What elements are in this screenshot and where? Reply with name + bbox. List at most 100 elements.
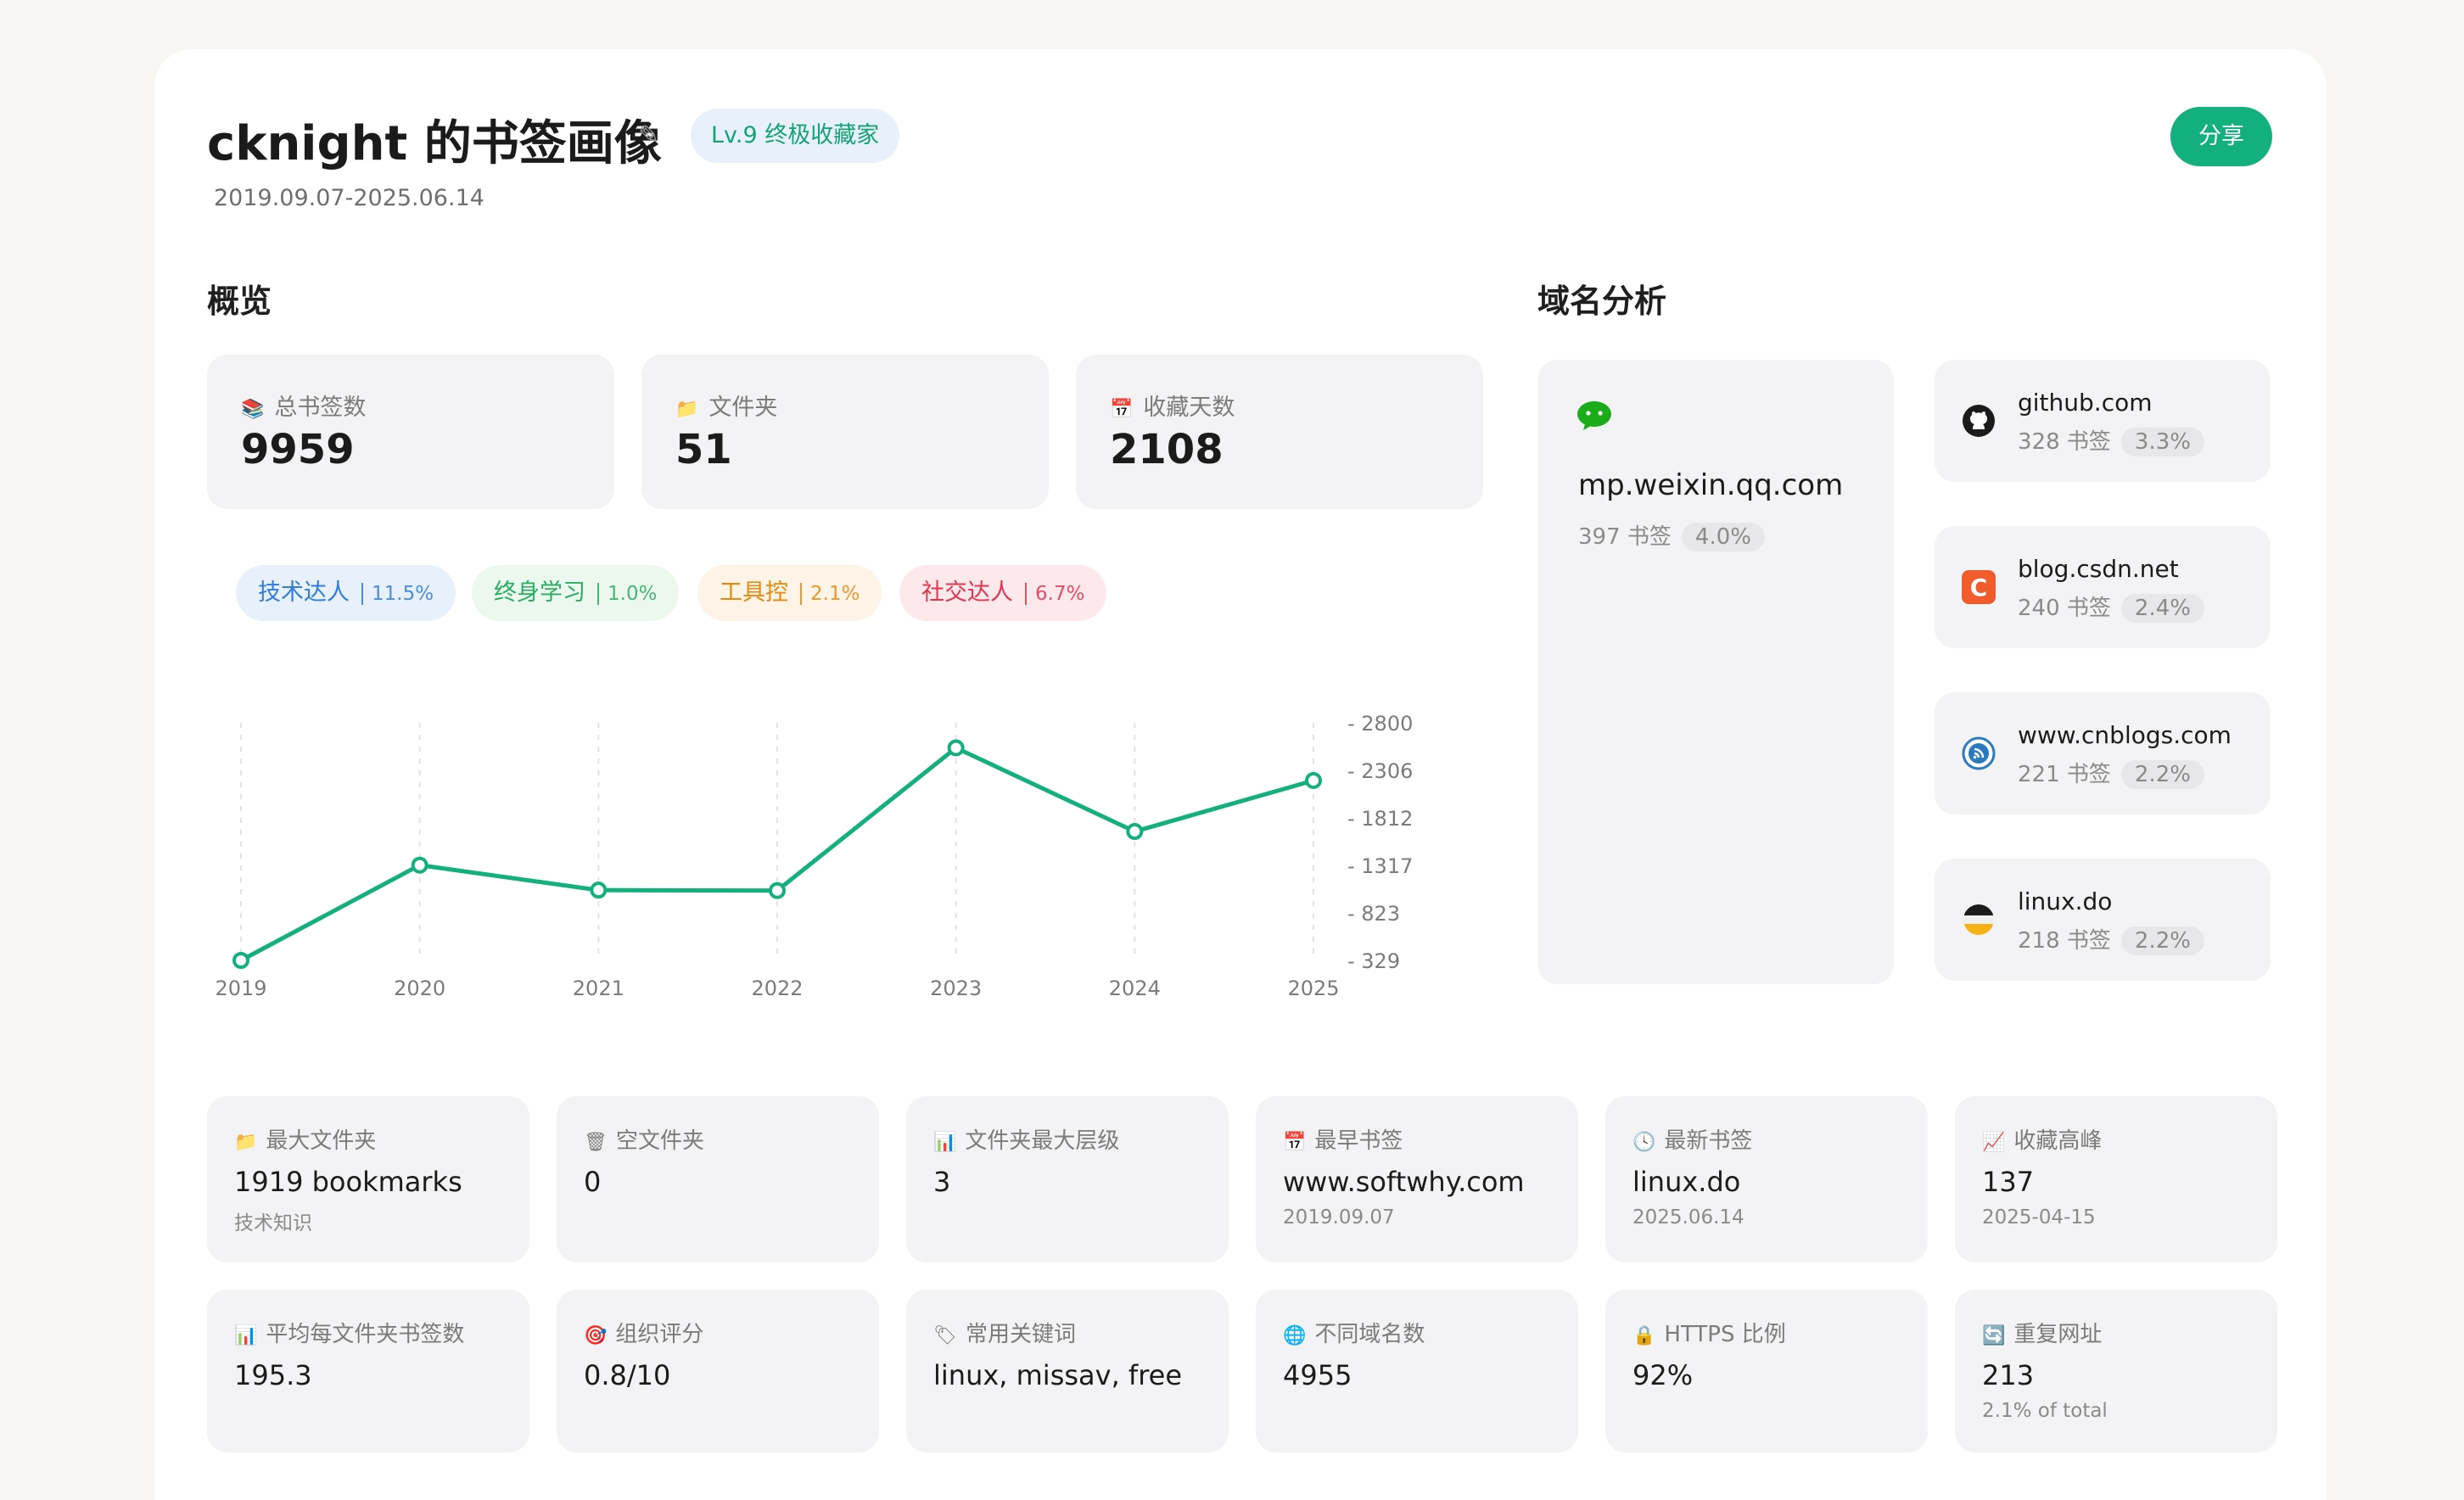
duplicate-urls-card: 🔄 重复网址 213 2.1% of total xyxy=(1955,1290,2277,1452)
tag-pct: 11.5% xyxy=(361,583,434,605)
detail-label: 不同域名数 xyxy=(1314,1322,1425,1347)
x-tick-label: 2021 xyxy=(573,977,624,1000)
detail-value: 195.3 xyxy=(234,1359,312,1391)
domain-count: 240 书签 xyxy=(2018,596,2111,621)
https-ratio-card: 🔒 HTTPS 比例 92% xyxy=(1605,1290,1928,1452)
edit-icon[interactable]: ✎ xyxy=(638,120,659,150)
peak-card: 📈 收藏高峰 137 2025-04-15 xyxy=(1955,1096,2277,1262)
domain-pct: 3.3% xyxy=(2120,428,2204,456)
bar-chart-icon: 📊 xyxy=(234,1325,258,1346)
books-icon: 📚 xyxy=(241,399,265,420)
calendar-icon: 📅 xyxy=(1283,1132,1307,1153)
detail-label: 最大文件夹 xyxy=(266,1128,377,1154)
domain-name: blog.csdn.net xyxy=(2018,555,2179,583)
share-button[interactable]: 分享 xyxy=(2170,107,2272,166)
detail-label: 最早书签 xyxy=(1314,1128,1403,1154)
domain-pct: 2.2% xyxy=(2120,926,2204,955)
data-point xyxy=(947,739,965,757)
stat-label: 收藏天数 xyxy=(1143,395,1235,421)
x-tick-label: 2020 xyxy=(394,977,445,1000)
x-tick-label: 2022 xyxy=(751,977,803,1000)
stat-label: 总书签数 xyxy=(274,395,367,421)
x-tick-label: 2025 xyxy=(1287,977,1339,1000)
detail-value: 137 xyxy=(1982,1166,2035,1198)
x-tick-label: 2024 xyxy=(1109,977,1161,1000)
domain-meta: 240 书签 2.4% xyxy=(2018,590,2204,623)
repeat-icon: 🔄 xyxy=(1982,1325,2006,1346)
domain-card-linuxdo[interactable]: linux.do 218 书签 2.2% xyxy=(1935,859,2271,981)
max-depth-card: 📊 文件夹最大层级 3 xyxy=(906,1096,1229,1262)
detail-value: linux.do xyxy=(1632,1166,1741,1198)
domain-card-github[interactable]: github.com 328 书签 3.3% xyxy=(1935,360,2271,482)
globe-icon: 🌐 xyxy=(1283,1325,1307,1346)
top-domain-card[interactable]: mp.weixin.qq.com 397 书签 4.0% xyxy=(1537,360,1894,984)
domain-pct: 4.0% xyxy=(1681,523,1765,551)
keywords-card: 🏷 常用关键词 linux, missav, free xyxy=(906,1290,1229,1452)
tag-icon: 🏷 xyxy=(933,1325,957,1346)
empty-folders-card: 🗑 空文件夹 0 xyxy=(557,1096,879,1262)
top-domain-name: mp.weixin.qq.com xyxy=(1578,468,1844,502)
tag-learning[interactable]: 终身学习 1.0% xyxy=(472,565,680,621)
detail-value: 0.8/10 xyxy=(584,1359,671,1391)
top-domain-meta: 397 书签 4.0% xyxy=(1578,519,1765,551)
detail-label: 空文件夹 xyxy=(615,1128,704,1154)
overview-title: 概览 xyxy=(207,283,272,320)
tag-tech[interactable]: 技术达人 11.5% xyxy=(236,565,456,621)
detail-label: 重复网址 xyxy=(2013,1322,2103,1347)
detail-sub: 2019.09.07 xyxy=(1283,1206,1395,1229)
domain-name: github.com xyxy=(2018,389,2153,417)
domain-card-csdn[interactable]: C blog.csdn.net 240 书签 2.4% xyxy=(1935,526,2271,648)
data-point xyxy=(769,882,786,899)
csdn-icon: C xyxy=(1962,570,1996,604)
tag-tools[interactable]: 工具控 2.1% xyxy=(697,565,882,621)
detail-value: 92% xyxy=(1632,1359,1694,1391)
level-badge: Lv.9 终极收藏家 xyxy=(691,109,900,163)
cnblogs-icon xyxy=(1962,736,1996,770)
folder-icon: 📁 xyxy=(234,1132,258,1153)
largest-folder-card: 📁 最大文件夹 1919 bookmarks 技术知识 xyxy=(207,1096,529,1262)
detail-value: www.softwhy.com xyxy=(1283,1166,1525,1198)
y-tick-label: - 1317 xyxy=(1347,854,1413,878)
detail-label: 最新书签 xyxy=(1664,1128,1753,1154)
bookmarks-per-year-chart: - 2800 - 2306 - 1812 - 1317 - 823 - 329 2019 20… xyxy=(215,712,1413,1000)
detail-label: 组织评分 xyxy=(615,1322,704,1347)
domain-pct: 2.4% xyxy=(2120,594,2204,623)
stat-value: 2108 xyxy=(1110,426,1224,473)
svg-text:C: C xyxy=(1970,574,1988,602)
data-point xyxy=(232,952,249,969)
tag-label: 技术达人 xyxy=(258,579,350,606)
detail-sub: 2.1% of total xyxy=(1982,1400,2108,1422)
domain-meta: 221 书签 2.2% xyxy=(2018,757,2204,789)
detail-sub: 2025-04-15 xyxy=(1982,1206,2096,1229)
domain-pct: 2.2% xyxy=(2120,760,2204,789)
tag-label: 社交达人 xyxy=(921,579,1013,606)
tag-label: 终身学习 xyxy=(494,579,585,606)
org-score-card: 🎯 组织评分 0.8/10 xyxy=(557,1290,879,1452)
stat-value: 51 xyxy=(675,426,732,473)
data-point xyxy=(411,856,428,874)
data-point xyxy=(1305,771,1322,789)
y-tick-label: - 2306 xyxy=(1347,759,1413,783)
detail-label: HTTPS 比例 xyxy=(1664,1322,1786,1347)
data-point xyxy=(1126,823,1144,841)
detail-label: 收藏高峰 xyxy=(2013,1128,2103,1154)
unique-domains-card: 🌐 不同域名数 4955 xyxy=(1256,1290,1578,1452)
x-tick-label: 2023 xyxy=(930,977,982,1000)
tag-social[interactable]: 社交达人 6.7% xyxy=(899,565,1107,621)
folders-card: 📁 文件夹 51 xyxy=(641,355,1049,509)
tag-pct: 2.1% xyxy=(800,583,860,605)
domain-count: 221 书签 xyxy=(2018,762,2111,787)
page-title: cknight 的书签画像 xyxy=(207,116,662,171)
domain-card-cnblogs[interactable]: www.cnblogs.com 221 书签 2.2% xyxy=(1935,692,2271,814)
domain-count: 328 书签 xyxy=(2018,429,2111,455)
calendar-icon: 📅 xyxy=(1110,399,1134,420)
trend-icon: 📈 xyxy=(1982,1132,2006,1153)
x-tick-label: 2019 xyxy=(215,977,266,1000)
detail-value: linux, missav, free xyxy=(933,1359,1183,1391)
bar-chart-icon: 📊 xyxy=(933,1132,957,1153)
github-icon xyxy=(1963,405,1995,437)
latest-bookmark-card: 🕓 最新书签 linux.do 2025.06.14 xyxy=(1605,1096,1928,1262)
target-icon: 🎯 xyxy=(584,1325,608,1346)
data-point xyxy=(590,882,608,899)
tag-label: 工具控 xyxy=(720,579,788,606)
